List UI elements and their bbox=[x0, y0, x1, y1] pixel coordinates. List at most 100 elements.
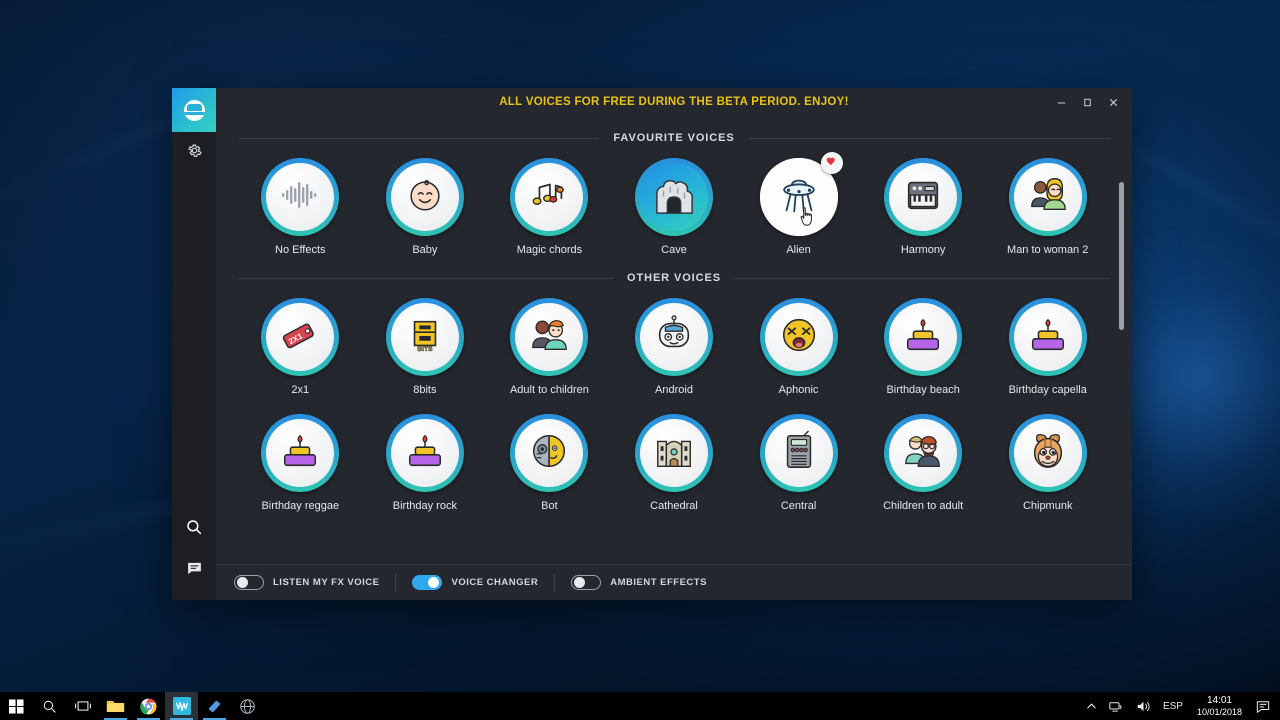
toggle-voice-changer[interactable]: VOICE CHANGER bbox=[396, 575, 554, 590]
voice-item-birthday-reggae[interactable]: Birthday reggae bbox=[238, 404, 363, 512]
voice-icon-wrap bbox=[266, 419, 335, 487]
voice-item-birthday-rock[interactable]: Birthday rock bbox=[363, 404, 488, 512]
heart-icon bbox=[826, 154, 837, 172]
voice-item-harmony[interactable]: Harmony bbox=[861, 148, 986, 256]
scrollbar-thumb[interactable] bbox=[1119, 182, 1124, 330]
section-rule-right bbox=[734, 277, 1110, 279]
file-explorer-icon[interactable] bbox=[99, 692, 132, 720]
voice-item-cave[interactable]: Cave bbox=[612, 148, 737, 256]
voice-icon-wrap bbox=[266, 163, 335, 231]
chipmunk-icon bbox=[1027, 430, 1069, 477]
voice-item-magic-chords[interactable]: Magic chords bbox=[487, 148, 612, 256]
voice-list-scroll-area[interactable]: FAVOURITE VOICES No Effects Baby Magic c… bbox=[216, 116, 1132, 564]
voice-item-no-effects[interactable]: No Effects bbox=[238, 148, 363, 256]
voice-item-cathedral[interactable]: Cathedral bbox=[612, 404, 737, 512]
maximize-button[interactable] bbox=[1074, 91, 1100, 113]
cathedral-icon bbox=[652, 430, 696, 477]
voice-item-central[interactable]: Central bbox=[736, 404, 861, 512]
clock-date: 10/01/2018 bbox=[1196, 706, 1242, 717]
voice-item-2x1[interactable]: 2X1 2x1 bbox=[238, 288, 363, 396]
volume-icon[interactable] bbox=[1130, 692, 1157, 720]
sidebar-item-settings[interactable] bbox=[172, 132, 216, 174]
language-indicator[interactable]: ESP bbox=[1157, 701, 1189, 712]
voice-label: Harmony bbox=[900, 244, 946, 256]
voicemod-logo[interactable] bbox=[172, 88, 216, 132]
section-rule-left bbox=[238, 277, 614, 279]
voice-icon-wrap: BITS bbox=[390, 303, 459, 371]
toggle-label: AMBIENT EFFECTS bbox=[610, 577, 707, 588]
network-icon[interactable] bbox=[1103, 692, 1130, 720]
sidebar bbox=[172, 88, 216, 600]
voice-label: Android bbox=[655, 384, 693, 396]
voice-item-adult-to-children[interactable]: Adult to children bbox=[487, 288, 612, 396]
app-blue-icon[interactable] bbox=[198, 692, 231, 720]
voice-label: Alien bbox=[786, 244, 811, 256]
voicemod-window: ALL VOICES FOR FREE DURING THE BETA PERI… bbox=[172, 88, 1132, 600]
start-button[interactable] bbox=[0, 692, 33, 720]
voice-item-man-to-woman-2[interactable]: Man to woman 2 bbox=[985, 148, 1110, 256]
voice-label: No Effects bbox=[275, 244, 326, 256]
voicemod-taskbar-icon[interactable] bbox=[165, 692, 198, 720]
birthday-cake-icon bbox=[278, 430, 322, 477]
browser-globe-icon[interactable] bbox=[231, 692, 264, 720]
minimize-button[interactable] bbox=[1048, 91, 1074, 113]
clock[interactable]: 14:01 10/01/2018 bbox=[1189, 692, 1250, 720]
voicemod-logo-icon bbox=[183, 99, 205, 121]
action-center-icon[interactable] bbox=[1250, 692, 1276, 720]
sidebar-item-chat[interactable] bbox=[172, 550, 216, 592]
adult-to-children-icon bbox=[527, 314, 571, 361]
voice-item-children-to-adult[interactable]: Children to adult bbox=[861, 404, 986, 512]
scrollbar-track[interactable] bbox=[1119, 148, 1128, 558]
sidebar-item-search[interactable] bbox=[172, 508, 216, 550]
voice-icon-wrap bbox=[889, 163, 958, 231]
voice-ring bbox=[1008, 158, 1087, 236]
close-button[interactable] bbox=[1100, 91, 1126, 113]
voice-label: Birthday capella bbox=[1008, 384, 1087, 396]
voice-ring bbox=[510, 298, 589, 376]
desktop: ALL VOICES FOR FREE DURING THE BETA PERI… bbox=[0, 0, 1280, 720]
ambient-effects-switch[interactable] bbox=[571, 575, 602, 590]
listen-my-fx-voice-switch[interactable] bbox=[234, 575, 264, 590]
section-title: FAVOURITE VOICES bbox=[613, 132, 735, 144]
voice-changer-switch[interactable] bbox=[412, 575, 443, 590]
voice-icon-wrap bbox=[639, 419, 708, 487]
voice-item-bot[interactable]: Bot bbox=[487, 404, 612, 512]
bottom-toolbar: LISTEN MY FX VOICE VOICE CHANGER AMBIENT… bbox=[216, 564, 1132, 600]
toggle-ambient-effects[interactable]: AMBIENT EFFECTS bbox=[555, 575, 723, 590]
system-tray: ESP 14:01 10/01/2018 bbox=[1080, 692, 1280, 720]
task-view-icon[interactable] bbox=[66, 692, 99, 720]
voice-label: 8bits bbox=[413, 384, 437, 396]
keyboard-icon bbox=[902, 174, 944, 221]
voice-item-8bits[interactable]: BITS 8bits bbox=[363, 288, 488, 396]
voice-icon-wrap bbox=[515, 163, 584, 231]
voice-icon-wrap bbox=[1013, 419, 1082, 487]
voice-item-birthday-capella[interactable]: Birthday capella bbox=[985, 288, 1110, 396]
voice-item-baby[interactable]: Baby bbox=[363, 148, 488, 256]
voice-item-android[interactable]: Android bbox=[612, 288, 737, 396]
voice-icon-wrap bbox=[1013, 303, 1082, 371]
other-voices-grid: 2X1 2x1 BITS 8bits Adult to children And… bbox=[238, 288, 1110, 512]
voice-icon-wrap bbox=[639, 303, 708, 371]
cave-icon bbox=[651, 175, 697, 220]
voice-ring bbox=[261, 414, 340, 492]
search-taskbar-icon[interactable] bbox=[33, 692, 66, 720]
search-icon bbox=[185, 518, 203, 541]
voice-icon-wrap: 2X1 bbox=[266, 303, 335, 371]
voice-icon-wrap bbox=[390, 419, 459, 487]
chrome-icon[interactable] bbox=[132, 692, 165, 720]
voice-label: Cave bbox=[661, 244, 687, 256]
voice-item-alien[interactable]: Alien bbox=[736, 148, 861, 256]
voice-item-birthday-beach[interactable]: Birthday beach bbox=[861, 288, 986, 396]
switch-knob bbox=[574, 577, 586, 588]
man-to-woman-icon bbox=[1026, 174, 1070, 221]
voice-item-chipmunk[interactable]: Chipmunk bbox=[985, 404, 1110, 512]
favourite-badge[interactable] bbox=[820, 152, 843, 174]
chat-icon bbox=[186, 560, 203, 582]
radio-icon bbox=[779, 430, 819, 477]
voice-item-aphonic[interactable]: Aphonic bbox=[736, 288, 861, 396]
voice-ring bbox=[759, 298, 838, 376]
voice-icon-wrap bbox=[390, 163, 459, 231]
toggle-listen-my-fx-voice[interactable]: LISTEN MY FX VOICE bbox=[234, 575, 395, 590]
tray-chevron-icon[interactable] bbox=[1080, 692, 1103, 720]
section-header-favourite: FAVOURITE VOICES bbox=[238, 132, 1110, 144]
